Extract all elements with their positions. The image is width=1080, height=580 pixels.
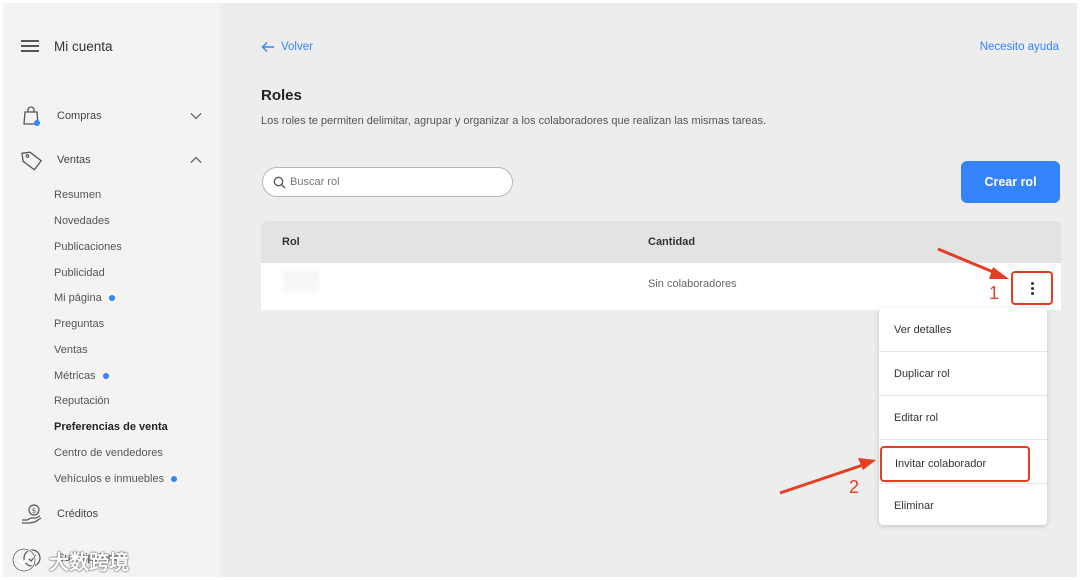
- arrow-2-icon: [779, 458, 876, 495]
- annotation-step-2: 2: [849, 477, 860, 497]
- watermark-logo-icon: [7, 545, 41, 575]
- watermark-text: 大数跨境: [49, 551, 129, 574]
- annotation-arrows: [779, 247, 1009, 495]
- annotation-step-1: 1: [989, 283, 1000, 303]
- arrow-1-icon: [937, 247, 1009, 279]
- app-frame: Mi cuenta Compras Ventas Resumen Novedad…: [3, 3, 1077, 577]
- watermark: 大数跨境: [7, 545, 129, 575]
